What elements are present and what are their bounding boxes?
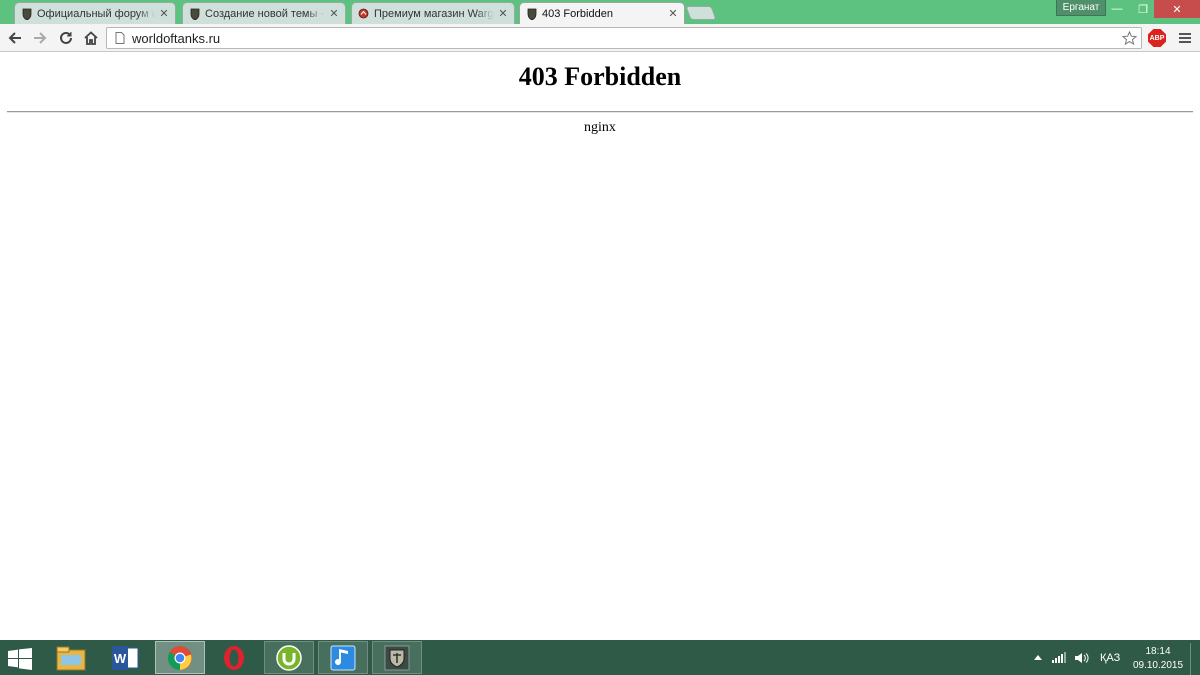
music-app-icon xyxy=(330,645,356,670)
tab-close-icon[interactable]: ✕ xyxy=(668,7,678,20)
horizontal-rule xyxy=(7,111,1193,113)
svg-text:W: W xyxy=(114,651,127,666)
taskbar-file-explorer[interactable] xyxy=(46,641,96,674)
page-heading: 403 Forbidden xyxy=(518,62,682,91)
system-clock[interactable]: 18:14 09.10.2015 xyxy=(1130,645,1186,673)
close-window-button[interactable]: ✕ xyxy=(1154,0,1200,18)
opera-icon xyxy=(224,645,244,670)
arrow-left-icon xyxy=(8,32,21,44)
show-desktop-button[interactable] xyxy=(1190,643,1200,675)
wargaming-icon xyxy=(358,8,369,20)
address-text[interactable]: worldoftanks.ru xyxy=(132,31,220,46)
network-signal-icon[interactable] xyxy=(1052,652,1066,666)
tab-new-topic[interactable]: Создание новой темы - ( ✕ xyxy=(182,2,346,24)
tab-403-forbidden[interactable]: 403 Forbidden ✕ xyxy=(519,2,685,24)
page-icon xyxy=(111,29,129,47)
tab-title: Создание новой темы - ( xyxy=(205,7,325,20)
address-bar[interactable]: worldoftanks.ru xyxy=(106,27,1142,49)
windows-taskbar: W xyxy=(0,640,1200,675)
wot-shield-icon xyxy=(21,8,32,20)
profile-badge[interactable]: Ерганат xyxy=(1056,0,1106,16)
browser-toolbar: worldoftanks.ru ABP xyxy=(0,24,1200,52)
wot-shield-icon xyxy=(526,8,537,20)
start-button[interactable] xyxy=(8,648,32,670)
home-button[interactable] xyxy=(80,27,102,49)
taskbar-chrome[interactable] xyxy=(155,641,205,674)
reload-icon xyxy=(60,31,72,44)
minimize-button[interactable]: — xyxy=(1104,0,1130,18)
tab-close-icon[interactable]: ✕ xyxy=(329,7,339,20)
chrome-menu-button[interactable] xyxy=(1174,27,1196,49)
volume-icon[interactable] xyxy=(1075,652,1089,667)
tab-premium-shop[interactable]: Премиум магазин Warga ✕ xyxy=(351,2,515,24)
adblock-plus-button[interactable]: ABP xyxy=(1148,29,1166,47)
utorrent-icon xyxy=(276,644,302,671)
tab-title: Официальный форум иг xyxy=(37,7,155,20)
tab-close-icon[interactable]: ✕ xyxy=(159,7,169,20)
clock-date: 09.10.2015 xyxy=(1132,660,1184,671)
reload-button[interactable] xyxy=(55,27,77,49)
taskbar-word[interactable]: W xyxy=(100,641,150,674)
hamburger-menu-icon xyxy=(1179,33,1191,43)
tab-title: Премиум магазин Warga xyxy=(374,7,494,20)
file-explorer-icon xyxy=(56,646,86,670)
new-tab-button[interactable] xyxy=(685,6,717,20)
browser-title-bar: Официальный форум иг ✕ Создание новой те… xyxy=(0,0,1200,24)
show-hidden-icons-button[interactable] xyxy=(1034,652,1042,663)
home-icon xyxy=(84,31,98,45)
wot-shield-icon xyxy=(189,8,200,20)
arrow-right-icon xyxy=(34,32,47,44)
chrome-icon xyxy=(167,645,192,670)
tab-forum[interactable]: Официальный форум иг ✕ xyxy=(14,2,176,24)
tab-title: 403 Forbidden xyxy=(542,7,613,20)
world-of-tanks-icon xyxy=(384,645,410,670)
tab-close-icon[interactable]: ✕ xyxy=(498,7,508,20)
taskbar-utorrent[interactable] xyxy=(264,641,314,674)
word-icon: W xyxy=(112,645,139,670)
taskbar-world-of-tanks[interactable] xyxy=(372,641,422,674)
server-signature: nginx xyxy=(584,120,616,135)
back-button[interactable] xyxy=(4,27,26,49)
maximize-button[interactable]: ❐ xyxy=(1130,0,1156,18)
taskbar-opera[interactable] xyxy=(209,641,259,674)
clock-time: 18:14 xyxy=(1145,646,1171,657)
bookmark-star-icon[interactable] xyxy=(1121,30,1137,46)
input-language-indicator[interactable]: ҚАЗ xyxy=(1100,652,1120,664)
windows-logo-icon xyxy=(8,648,32,670)
taskbar-music-app[interactable] xyxy=(318,641,368,674)
forward-button[interactable] xyxy=(29,27,51,49)
